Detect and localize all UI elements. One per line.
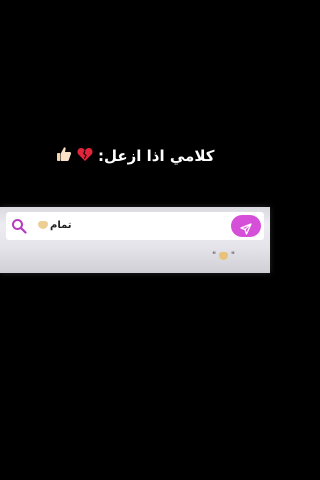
reply-open-quote: " [230, 251, 236, 261]
send-icon [240, 220, 252, 235]
screen: كلامي اذا ازعل: تمام " " [0, 0, 270, 480]
search-query-text: تمام [50, 220, 72, 231]
hand-emoji-icon [38, 221, 48, 229]
search-query[interactable]: تمام [38, 217, 72, 235]
thumbs-up-icon [56, 144, 72, 170]
reply-close-quote: " [212, 251, 217, 261]
caption-text: كلامي اذا ازعل: [98, 147, 215, 165]
search-bar[interactable]: تمام [6, 212, 264, 240]
search-panel: تمام " " [0, 207, 270, 273]
reply-preview: " " [212, 251, 235, 265]
send-button[interactable] [231, 215, 261, 237]
search-icon[interactable] [11, 218, 27, 234]
broken-heart-icon [77, 144, 93, 170]
caption: كلامي اذا ازعل: [0, 143, 270, 170]
hand-emoji-icon [219, 251, 229, 260]
